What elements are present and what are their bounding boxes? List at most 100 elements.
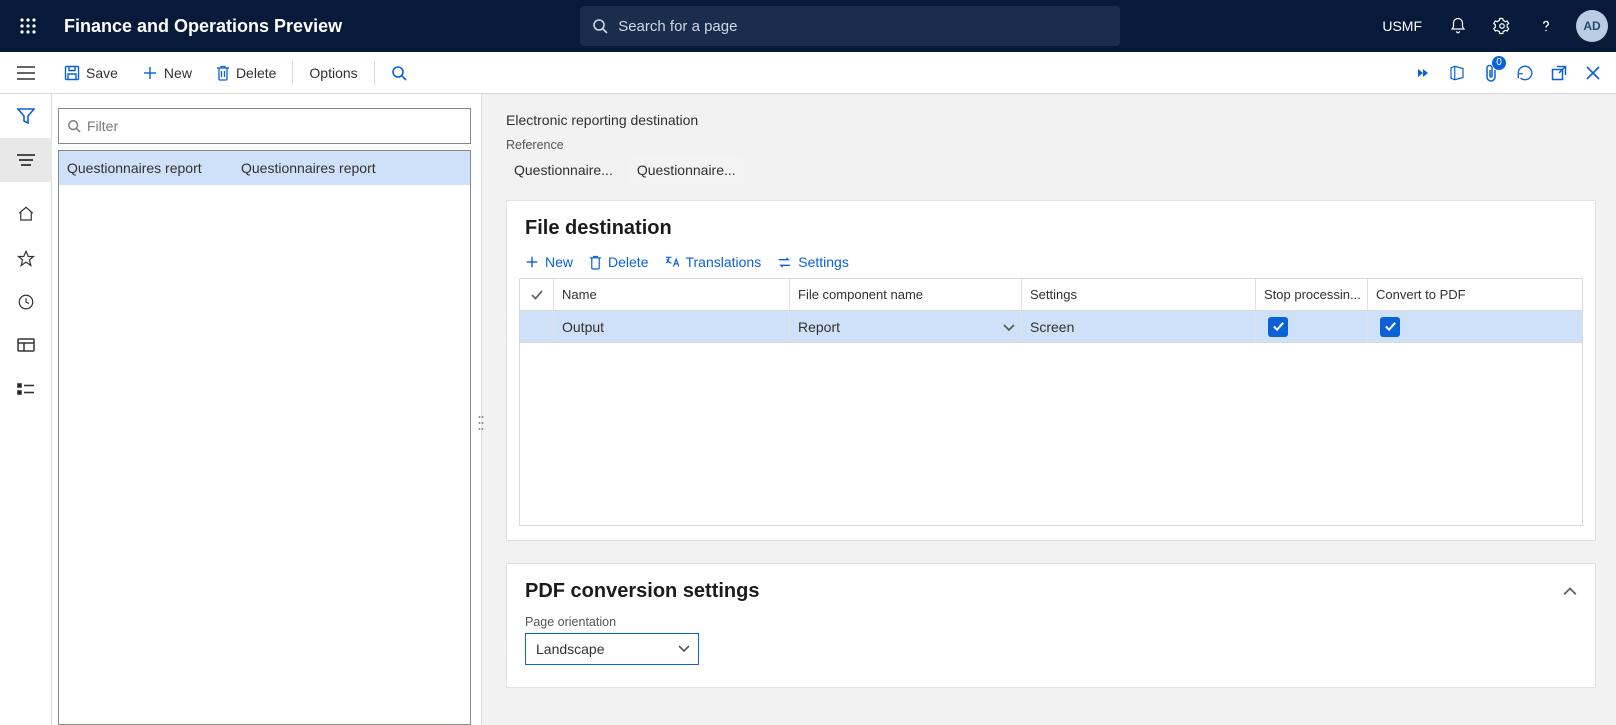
fd-new-label: New xyxy=(545,254,573,270)
recent-icon[interactable] xyxy=(0,280,52,324)
page-orientation-label: Page orientation xyxy=(525,615,1577,629)
file-destination-title: File destination xyxy=(507,217,1595,250)
reference-chip[interactable]: Questionnaire... xyxy=(629,156,744,184)
separator xyxy=(292,61,293,85)
new-button[interactable]: New xyxy=(130,57,204,89)
fd-settings-button[interactable]: Settings xyxy=(777,254,849,270)
col-name[interactable]: Name xyxy=(554,279,790,310)
translate-icon xyxy=(664,255,679,269)
pdf-conversion-section: PDF conversion settings Page orientation… xyxy=(506,563,1596,688)
app-title: Finance and Operations Preview xyxy=(64,16,342,37)
col-select[interactable] xyxy=(520,279,554,310)
list-pane-icon[interactable] xyxy=(0,138,52,182)
col-convert-pdf[interactable]: Convert to PDF xyxy=(1368,279,1582,310)
app-launcher-icon[interactable] xyxy=(8,6,48,46)
trash-icon xyxy=(216,65,230,81)
fd-settings-label: Settings xyxy=(798,254,849,270)
trash-icon xyxy=(589,255,602,270)
save-label: Save xyxy=(86,65,118,81)
plus-icon xyxy=(525,255,539,269)
new-label: New xyxy=(164,65,192,81)
user-avatar[interactable]: AD xyxy=(1576,10,1608,42)
notifications-icon[interactable] xyxy=(1438,6,1478,46)
fd-delete-label: Delete xyxy=(608,254,648,270)
reference-chips: Questionnaire... Questionnaire... xyxy=(506,156,1596,184)
page-orientation-value: Landscape xyxy=(536,641,605,657)
splitter-handle[interactable] xyxy=(477,410,485,436)
pdf-section-header[interactable]: PDF conversion settings xyxy=(507,580,1595,613)
popout-icon[interactable] xyxy=(1542,58,1576,88)
cell-stop[interactable] xyxy=(1256,311,1368,342)
app-header: Finance and Operations Preview USMF AD xyxy=(0,0,1616,52)
list-pane: Questionnaires report Questionnaires rep… xyxy=(52,94,482,725)
favorites-icon[interactable] xyxy=(0,236,52,280)
fd-delete-button[interactable]: Delete xyxy=(589,254,648,270)
row-selector[interactable] xyxy=(520,311,554,342)
plus-icon xyxy=(142,65,158,81)
fd-translations-button[interactable]: Translations xyxy=(664,254,761,270)
checkbox-checked[interactable] xyxy=(1268,317,1288,337)
reference-label: Reference xyxy=(506,138,1596,152)
related-info-icon[interactable] xyxy=(1406,58,1440,88)
modules-icon[interactable] xyxy=(0,368,52,412)
attachments-badge: 0 xyxy=(1492,56,1506,70)
filter-input-wrap[interactable] xyxy=(58,108,471,144)
page-orientation-select[interactable]: Landscape xyxy=(525,633,699,665)
cell-convert[interactable] xyxy=(1368,311,1582,342)
detail-pane: Electronic reporting destination Referen… xyxy=(482,94,1616,725)
options-label: Options xyxy=(309,65,357,81)
filter-pane-icon[interactable] xyxy=(0,94,52,138)
file-dest-grid: Name File component name Settings Stop p… xyxy=(519,278,1583,526)
swap-icon xyxy=(777,256,792,269)
col-file-component[interactable]: File component name xyxy=(790,279,1022,310)
settings-icon[interactable] xyxy=(1482,6,1522,46)
delete-label: Delete xyxy=(236,65,276,81)
file-destination-section: File destination New Delete Translations… xyxy=(506,200,1596,541)
cell-name[interactable]: Output xyxy=(554,311,790,342)
chevron-up-icon xyxy=(1563,587,1577,597)
help-icon[interactable] xyxy=(1526,6,1566,46)
fd-translations-label: Translations xyxy=(685,254,761,270)
action-bar: Save New Delete Options 0 xyxy=(0,52,1616,94)
nav-rail xyxy=(0,94,52,725)
search-input[interactable] xyxy=(618,18,1108,35)
global-search[interactable] xyxy=(580,6,1120,46)
nav-pane-toggle-icon[interactable] xyxy=(0,52,52,94)
find-button[interactable] xyxy=(379,57,419,89)
filter-input[interactable] xyxy=(87,118,462,134)
page-title: Electronic reporting destination xyxy=(506,112,1596,128)
list-cell: Questionnaires report xyxy=(237,160,466,176)
file-dest-toolbar: New Delete Translations Settings xyxy=(507,250,1595,278)
delete-button[interactable]: Delete xyxy=(204,57,288,89)
office-addin-icon[interactable] xyxy=(1440,58,1474,88)
search-icon xyxy=(592,18,608,34)
pdf-section-title: PDF conversion settings xyxy=(525,580,760,603)
col-settings[interactable]: Settings xyxy=(1022,279,1256,310)
cell-file-component-value: Report xyxy=(798,319,840,335)
reference-chip[interactable]: Questionnaire... xyxy=(506,156,621,184)
options-button[interactable]: Options xyxy=(297,57,369,89)
search-icon xyxy=(67,119,81,133)
close-icon[interactable] xyxy=(1576,58,1610,88)
list-cell: Questionnaires report xyxy=(63,160,237,176)
grid-row[interactable]: Output Report Screen xyxy=(520,311,1582,343)
search-icon xyxy=(391,65,407,81)
cell-file-component[interactable]: Report xyxy=(790,311,1022,342)
attachments-icon[interactable]: 0 xyxy=(1474,58,1508,88)
refresh-icon[interactable] xyxy=(1508,58,1542,88)
col-stop-processing[interactable]: Stop processin... xyxy=(1256,279,1368,310)
save-button[interactable]: Save xyxy=(52,57,130,89)
cell-settings[interactable]: Screen xyxy=(1022,311,1256,342)
check-icon xyxy=(530,289,544,301)
save-icon xyxy=(64,65,80,81)
chevron-down-icon xyxy=(678,645,690,653)
home-icon[interactable] xyxy=(0,192,52,236)
company-picker[interactable]: USMF xyxy=(1370,18,1434,34)
list-table: Questionnaires report Questionnaires rep… xyxy=(58,150,471,725)
list-row[interactable]: Questionnaires report Questionnaires rep… xyxy=(59,151,470,185)
grid-header: Name File component name Settings Stop p… xyxy=(520,279,1582,311)
workspaces-icon[interactable] xyxy=(0,324,52,368)
fd-new-button[interactable]: New xyxy=(525,254,573,270)
separator xyxy=(374,61,375,85)
checkbox-checked[interactable] xyxy=(1380,317,1400,337)
